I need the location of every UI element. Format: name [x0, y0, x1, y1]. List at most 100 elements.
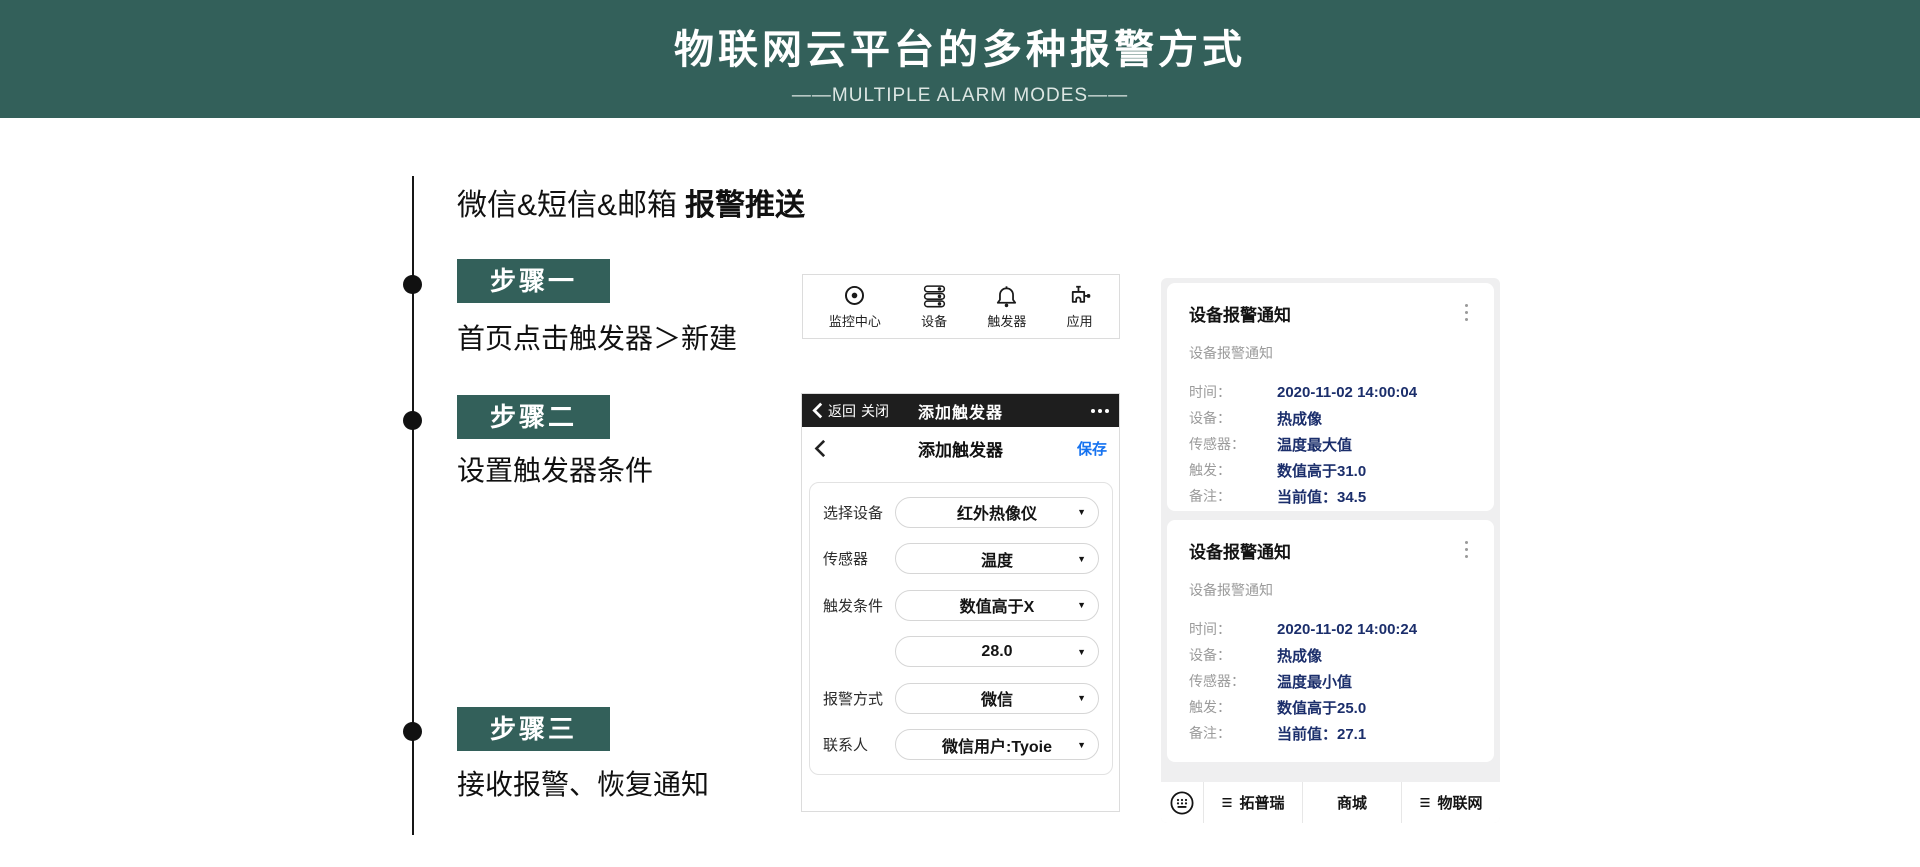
- card-subtitle: 设备报警通知: [1189, 343, 1472, 363]
- card-row-time: 时间： 2020-11-02 14:00:04: [1189, 379, 1472, 405]
- alarm-method-dropdown[interactable]: 微信 ▼: [895, 683, 1099, 714]
- section-title-bold: 报警推送: [685, 189, 805, 222]
- row-value: 2020-11-02 14:00:04: [1277, 384, 1417, 401]
- phone-mockup: 返回 关闭 添加触发器 添加触发器 保存 选择设备 红外热像仪 ▼: [801, 393, 1120, 812]
- card-title: 设备报警通知: [1189, 301, 1291, 326]
- step-3-desc: 接收报警、恢复通知: [457, 763, 709, 803]
- close-button[interactable]: 关闭: [861, 401, 889, 421]
- dropdown-value: 温度: [981, 547, 1013, 571]
- card-menu-icon[interactable]: [1461, 301, 1472, 324]
- caret-down-icon: ▼: [1077, 740, 1086, 750]
- menu-item-label: 物联网: [1437, 792, 1482, 813]
- toolbar-item-trigger[interactable]: 触发器: [987, 283, 1026, 330]
- row-label: 时间：: [1189, 382, 1277, 402]
- menu-lines-icon: [1419, 797, 1431, 808]
- nav-title: 添加触发器: [866, 436, 1055, 461]
- card-row-device: 设备： 热成像: [1189, 642, 1472, 668]
- keyboard-button[interactable]: [1161, 782, 1203, 823]
- row-label: 时间：: [1189, 619, 1277, 639]
- notification-panel: 设备报警通知 设备报警通知 时间： 2020-11-02 14:00:04 设备…: [1161, 278, 1500, 823]
- row-label: 传感器：: [1189, 434, 1277, 454]
- step-3-badge: 步骤三: [457, 707, 610, 751]
- card-row-remark: 备注： 当前值：27.1: [1189, 720, 1472, 746]
- nav-back-button[interactable]: [814, 439, 866, 458]
- row-value: 热成像: [1277, 408, 1322, 429]
- trigger-bell-icon: [993, 283, 1020, 310]
- form-label: 传感器: [823, 548, 895, 569]
- caret-down-icon: ▼: [1077, 600, 1086, 610]
- card-row-trigger: 触发： 数值高于31.0: [1189, 457, 1472, 483]
- row-label: 备注：: [1189, 723, 1277, 743]
- form-row-condition: 触发条件 数值高于X ▼: [823, 583, 1099, 627]
- row-value: 数值高于31.0: [1277, 460, 1366, 481]
- form-label: 联系人: [823, 734, 895, 755]
- titlebar-title: 添加触发器: [902, 399, 1019, 423]
- menu-item-mall[interactable]: 商城: [1302, 782, 1401, 823]
- alarm-notification-card-1: 设备报警通知 设备报警通知 时间： 2020-11-02 14:00:04 设备…: [1167, 283, 1494, 511]
- page: 物联网云平台的多种报警方式 ——MULTIPLE ALARM MODES—— 微…: [0, 0, 1920, 867]
- form-row-device: 选择设备 红外热像仪 ▼: [823, 490, 1099, 534]
- card-row-sensor: 传感器： 温度最大值: [1189, 431, 1472, 457]
- more-options-icon[interactable]: [1019, 409, 1109, 413]
- dropdown-value: 微信: [981, 686, 1013, 710]
- timeline-dot-3: [403, 722, 422, 741]
- caret-down-icon: ▼: [1077, 693, 1086, 703]
- toolbar-item-monitor-center[interactable]: 监控中心: [829, 283, 881, 330]
- caret-down-icon: ▼: [1077, 507, 1086, 517]
- step-2-desc: 设置触发器条件: [457, 449, 653, 489]
- row-value: 数值高于25.0: [1277, 697, 1366, 718]
- device-dropdown[interactable]: 红外热像仪 ▼: [895, 497, 1099, 528]
- page-nav: 添加触发器 保存: [802, 427, 1119, 469]
- row-label: 备注：: [1189, 486, 1277, 506]
- keyboard-icon: [1169, 790, 1195, 816]
- monitor-center-icon: [841, 283, 868, 310]
- form-row-threshold: 28.0 ▼: [823, 630, 1099, 674]
- row-label: 设备：: [1189, 408, 1277, 428]
- menu-item-iot[interactable]: 物联网: [1401, 782, 1500, 823]
- save-button[interactable]: 保存: [1055, 438, 1107, 459]
- app-faucet-icon: [1066, 283, 1093, 310]
- row-value: 当前值：27.1: [1277, 723, 1366, 744]
- toolbar-item-label: 监控中心: [829, 311, 881, 330]
- page-title: 物联网云平台的多种报警方式: [0, 0, 1920, 75]
- hero-banner: 物联网云平台的多种报警方式 ——MULTIPLE ALARM MODES——: [0, 0, 1920, 118]
- toolbar-item-label: 应用: [1067, 311, 1093, 330]
- step-1-badge: 步骤一: [457, 259, 610, 303]
- dropdown-value: 微信用户:Tyoie: [942, 733, 1052, 757]
- row-label: 设备：: [1189, 645, 1277, 665]
- timeline-dot-1: [403, 275, 422, 294]
- form-row-alarm-method: 报警方式 微信 ▼: [823, 676, 1099, 720]
- threshold-dropdown[interactable]: 28.0 ▼: [895, 636, 1099, 667]
- row-value: 温度最小值: [1277, 671, 1352, 692]
- toolbar-item-label: 触发器: [987, 311, 1026, 330]
- form-row-sensor: 传感器 温度 ▼: [823, 537, 1099, 581]
- bottom-menu-bar: 拓普瑞 商城 物联网: [1161, 782, 1500, 823]
- back-chevron-icon[interactable]: [812, 402, 823, 419]
- dropdown-value: 28.0: [981, 643, 1012, 661]
- dropdown-value: 红外热像仪: [957, 500, 1037, 524]
- step-1-desc: 首页点击触发器＞新建: [457, 317, 737, 357]
- menu-item-tuopurui[interactable]: 拓普瑞: [1203, 782, 1302, 823]
- row-value: 当前值：34.5: [1277, 486, 1366, 507]
- toolbar-item-app[interactable]: 应用: [1066, 283, 1093, 330]
- back-button[interactable]: 返回: [828, 401, 856, 421]
- card-row-sensor: 传感器： 温度最小值: [1189, 668, 1472, 694]
- contact-dropdown[interactable]: 微信用户:Tyoie ▼: [895, 729, 1099, 760]
- form-label: 选择设备: [823, 502, 895, 523]
- menu-item-label: 拓普瑞: [1239, 792, 1284, 813]
- wechat-titlebar: 返回 关闭 添加触发器: [802, 394, 1119, 427]
- card-menu-icon[interactable]: [1461, 538, 1472, 561]
- form-label: 报警方式: [823, 688, 895, 709]
- row-value: 温度最大值: [1277, 434, 1352, 455]
- condition-dropdown[interactable]: 数值高于X ▼: [895, 590, 1099, 621]
- form-label: 触发条件: [823, 595, 895, 616]
- alarm-notification-card-2: 设备报警通知 设备报警通知 时间： 2020-11-02 14:00:24 设备…: [1167, 520, 1494, 762]
- card-row-remark: 备注： 当前值：34.5: [1189, 483, 1472, 509]
- dropdown-value: 数值高于X: [960, 593, 1035, 617]
- step-2-badge: 步骤二: [457, 395, 610, 439]
- app-toolbar: 监控中心 设备 触发器: [802, 274, 1120, 339]
- caret-down-icon: ▼: [1077, 554, 1086, 564]
- sensor-dropdown[interactable]: 温度 ▼: [895, 543, 1099, 574]
- row-label: 触发：: [1189, 460, 1277, 480]
- toolbar-item-devices[interactable]: 设备: [921, 283, 948, 330]
